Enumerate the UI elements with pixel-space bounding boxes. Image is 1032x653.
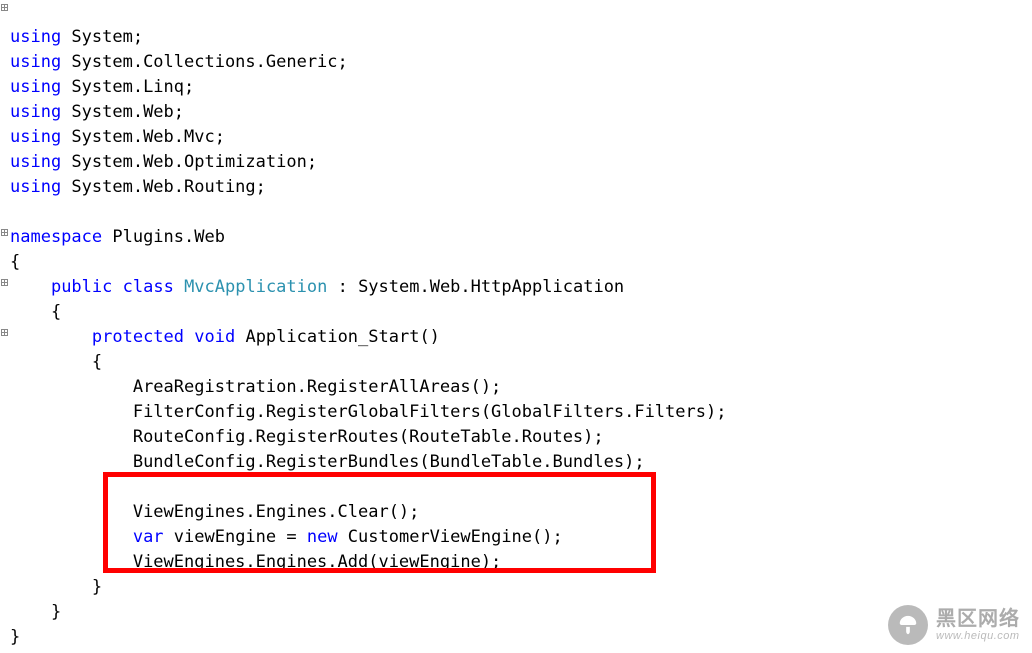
code-line: FilterConfig.RegisterGlobalFilters(Globa… (10, 402, 726, 422)
watermark-text: 黑区网络 www.heiqu.com (936, 608, 1020, 642)
watermark: 黑区网络 www.heiqu.com (888, 605, 1020, 645)
code-line: using System.Web.Mvc; (10, 127, 225, 147)
code-fold-gutter (0, 0, 9, 653)
blank-line (10, 477, 20, 497)
code-line: using System.Web; (10, 102, 184, 122)
blank-line (10, 202, 20, 222)
brace-open: { (10, 252, 20, 272)
keyword-namespace: namespace (10, 227, 102, 247)
type-name: MvcApplication (184, 277, 327, 297)
code-block: using System; using System.Collections.G… (10, 0, 726, 650)
code-line: using System; (10, 27, 143, 47)
code-line: AreaRegistration.RegisterAllAreas(); (10, 377, 501, 397)
code-line: var viewEngine = new CustomerViewEngine(… (10, 527, 563, 547)
code-line: protected void Application_Start() (10, 327, 440, 347)
brace-close: } (10, 627, 20, 647)
code-line: using System.Web.Optimization; (10, 152, 317, 172)
code-line: BundleConfig.RegisterBundles(BundleTable… (10, 452, 645, 472)
code-line: namespace Plugins.Web (10, 227, 225, 247)
watermark-url: www.heiqu.com (936, 630, 1020, 642)
brace-line: } (10, 577, 102, 597)
brace-line: { (10, 302, 61, 322)
code-line: using System.Linq; (10, 77, 194, 97)
brace-line: } (10, 602, 61, 622)
code-line: using System.Collections.Generic; (10, 52, 348, 72)
code-line: ViewEngines.Engines.Add(viewEngine); (10, 552, 501, 572)
code-line: RouteConfig.RegisterRoutes(RouteTable.Ro… (10, 427, 604, 447)
watermark-title: 黑区网络 (936, 608, 1020, 630)
code-line: using System.Web.Routing; (10, 177, 266, 197)
keyword-using: using (10, 27, 61, 47)
mushroom-icon (888, 605, 928, 645)
code-line: public class MvcApplication : System.Web… (10, 277, 624, 297)
brace-line: { (10, 352, 102, 372)
code-line: ViewEngines.Engines.Clear(); (10, 502, 419, 522)
